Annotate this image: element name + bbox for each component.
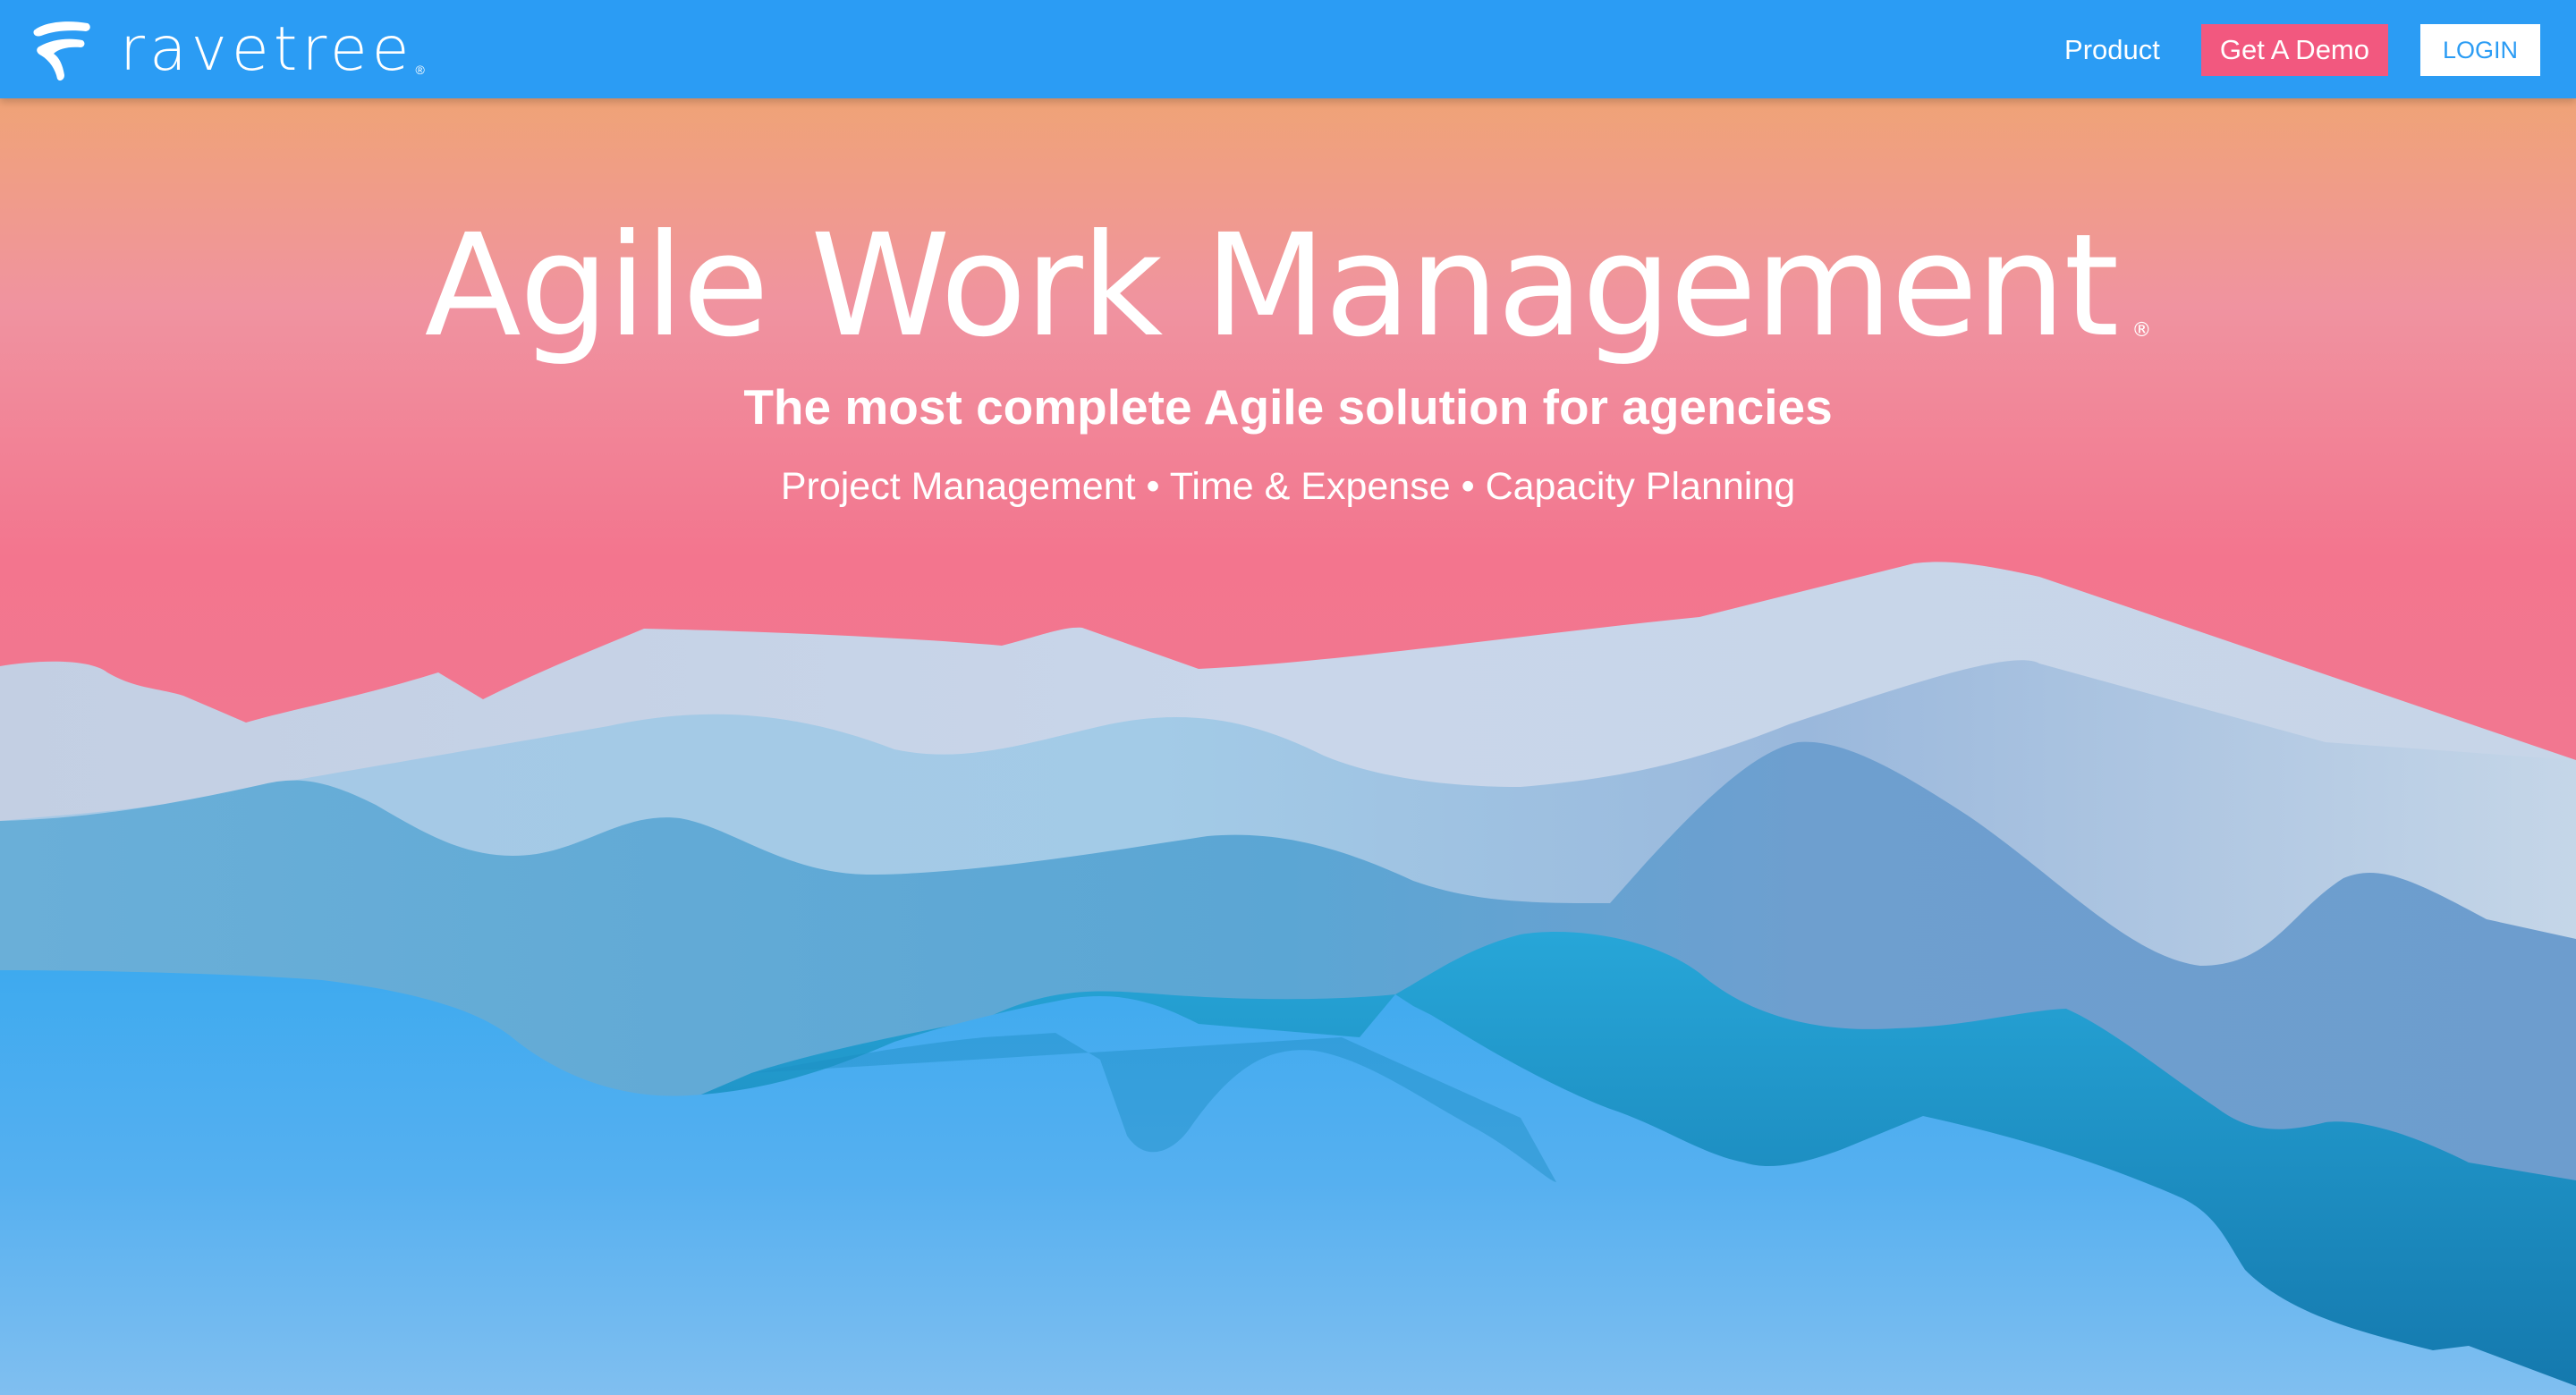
brand-registered-mark: ® [415, 63, 425, 77]
nav-product-link[interactable]: Product [2064, 34, 2160, 66]
top-navbar: ravetree ® Product Get A Demo LOGIN [0, 0, 2576, 98]
hero-title-text: Agile Work Management [424, 204, 2120, 368]
brand-name: ravetree [120, 14, 414, 85]
hero-feature-list: Project Management • Time & Expense • Ca… [780, 465, 1796, 508]
hero-subtitle: The most complete Agile solution for age… [743, 379, 1833, 435]
ravetree-logo-icon [33, 21, 90, 81]
get-a-demo-button[interactable]: Get A Demo [2200, 24, 2388, 76]
brand-logo[interactable]: ravetree ® [29, 14, 425, 86]
nav-links: Product Get A Demo LOGIN [2064, 23, 2540, 77]
landing-page: ravetree ® Product Get A Demo LOGIN Agil… [0, 0, 2576, 1395]
login-button[interactable]: LOGIN [2420, 24, 2540, 76]
hero-registered-mark: ® [2131, 319, 2152, 342]
